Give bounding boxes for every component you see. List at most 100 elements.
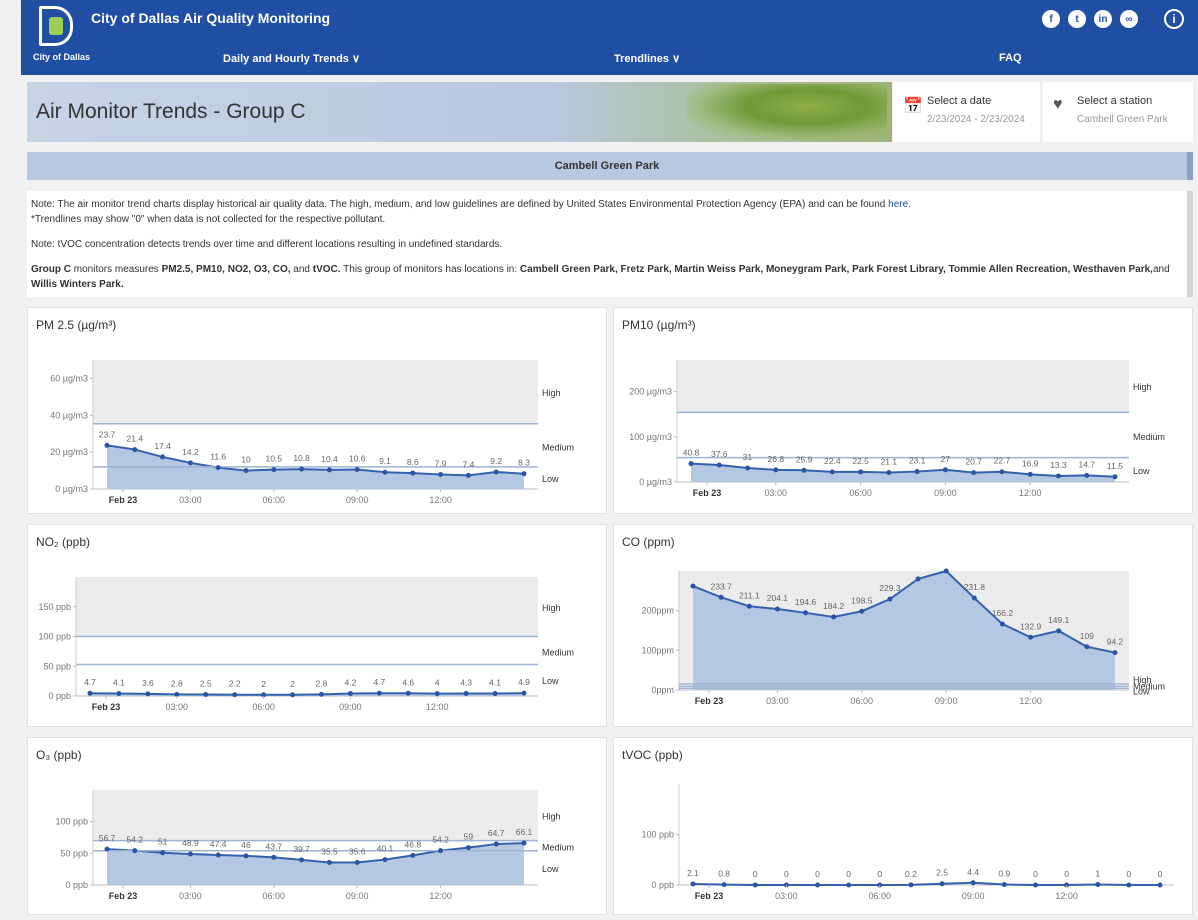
data-label: 0	[846, 869, 851, 879]
data-label: 149.1	[1048, 615, 1070, 625]
data-point	[914, 469, 920, 475]
nav-trendlines[interactable]: Trendlines ∨	[614, 52, 680, 65]
x-tick-label: 12:00	[429, 495, 452, 505]
data-point	[354, 859, 360, 865]
data-point	[815, 882, 821, 888]
data-label: 17.4	[154, 441, 171, 451]
data-label: 94.2	[1107, 637, 1124, 647]
data-point	[382, 469, 388, 475]
data-point	[271, 467, 277, 473]
station-selector-value: Cambell Green Park	[1077, 114, 1168, 125]
band-label-low: Low	[542, 676, 559, 686]
data-label: 211.1	[739, 590, 760, 600]
data-label: 0	[1158, 869, 1163, 879]
high-band	[93, 360, 538, 424]
data-point	[382, 857, 388, 863]
data-label: 2	[261, 679, 266, 689]
nav-daily-hourly-trends[interactable]: Daily and Hourly Trends ∨	[223, 52, 360, 65]
date-selector-label: Select a date	[927, 95, 992, 107]
data-point	[746, 603, 752, 609]
data-label: 0	[1033, 869, 1038, 879]
x-tick-label: 09:00	[346, 891, 369, 901]
data-label: 54.2	[127, 835, 144, 845]
epa-link[interactable]: here.	[888, 199, 911, 210]
data-point	[116, 691, 122, 697]
data-label: 59	[464, 832, 474, 842]
data-label: 9.1	[379, 456, 391, 466]
data-label: 8.3	[518, 458, 530, 468]
data-label: 0.2	[905, 869, 917, 879]
data-point	[232, 692, 238, 698]
linkedin-icon[interactable]: in	[1094, 10, 1112, 28]
data-label: 2.1	[687, 868, 699, 878]
data-point	[690, 881, 696, 887]
data-label: 2.5	[936, 868, 948, 878]
note-epa: Note: The air monitor trend charts displ…	[31, 197, 1183, 227]
x-tick-label: 03:00	[179, 891, 202, 901]
x-tick-label: Feb 23	[109, 891, 138, 901]
x-tick-label: 09:00	[962, 891, 985, 901]
x-tick-label: 06:00	[849, 488, 872, 498]
nav-faq[interactable]: FAQ	[999, 52, 1022, 64]
group-locations-text: This group of monitors has locations in:	[340, 264, 520, 275]
data-point	[145, 691, 151, 697]
group-and-text: and	[290, 264, 313, 275]
facebook-icon[interactable]: f	[1042, 10, 1060, 28]
x-tick-label: 09:00	[935, 696, 958, 706]
note-tvoc: Note: tVOC concentration detects trends …	[31, 239, 503, 250]
x-tick-label: 12:00	[1019, 488, 1042, 498]
data-point	[999, 621, 1005, 627]
notes-panel: Note: The air monitor trend charts displ…	[27, 191, 1193, 297]
chart-svg: 0 µg/m3 100 µg/m3 200 µg/m3 High Medium Low 40…	[629, 360, 1165, 498]
high-band	[677, 360, 1129, 413]
city-logo[interactable]: City of Dallas	[33, 6, 90, 72]
data-point	[438, 848, 444, 854]
x-tick-label: 03:00	[166, 702, 189, 712]
data-label: 20.7	[965, 457, 982, 467]
data-point	[160, 850, 166, 856]
data-label: 22.7	[994, 456, 1011, 466]
data-point	[1084, 472, 1090, 478]
data-point	[521, 690, 527, 696]
y-tick-label: 0 µg/m3	[639, 477, 672, 487]
chart-svg: 0 ppb 50 ppb 100 ppb 150 ppb High Medium Low 4.…	[38, 577, 574, 712]
share-link-icon[interactable]: ∞	[1120, 10, 1138, 28]
data-label: 1	[1095, 868, 1100, 878]
social-links: f t in ∞	[1042, 10, 1138, 28]
data-label: 40.8	[683, 448, 700, 458]
data-point	[886, 469, 892, 475]
data-label: 46	[241, 840, 251, 850]
data-label: 0	[815, 869, 820, 879]
y-tick-label: 20 µg/m3	[50, 447, 88, 457]
chart-panel-co: CO (ppm) 0ppm 100ppm 200ppm High Medium Low 23…	[613, 524, 1193, 727]
data-label: 4.3	[460, 677, 472, 687]
y-tick-label: 200ppm	[641, 606, 674, 616]
station-selector[interactable]: ♥ Select a station Cambell Green Park	[1043, 82, 1193, 142]
data-label: 184.2	[823, 601, 845, 611]
x-tick-label: 09:00	[934, 488, 957, 498]
group-measures-text: monitors measures	[71, 264, 162, 275]
band-label-high: High	[1133, 382, 1152, 392]
data-point	[745, 465, 751, 471]
data-label: 8.6	[407, 457, 419, 467]
date-selector[interactable]: 📅 Select a date 2/23/2024 - 2/23/2024	[893, 82, 1040, 142]
twitter-icon[interactable]: t	[1068, 10, 1086, 28]
data-label: 27	[941, 454, 951, 464]
data-point	[829, 469, 835, 475]
band-label-medium: Medium	[542, 843, 574, 853]
y-tick-label: 100 ppb	[55, 817, 88, 827]
data-label: 231.8	[964, 582, 986, 592]
data-point	[943, 568, 949, 574]
data-point	[801, 467, 807, 473]
data-point	[690, 583, 696, 589]
data-label: 35.5	[321, 847, 338, 857]
data-point	[1157, 882, 1163, 888]
date-selector-value: 2/23/2024 - 2/23/2024	[927, 114, 1025, 125]
data-point	[160, 454, 166, 460]
info-icon[interactable]: i	[1164, 9, 1184, 29]
data-label: 10.4	[321, 454, 338, 464]
data-point	[915, 576, 921, 582]
data-point	[187, 851, 193, 857]
data-point	[1112, 650, 1118, 656]
data-point	[1056, 628, 1062, 634]
